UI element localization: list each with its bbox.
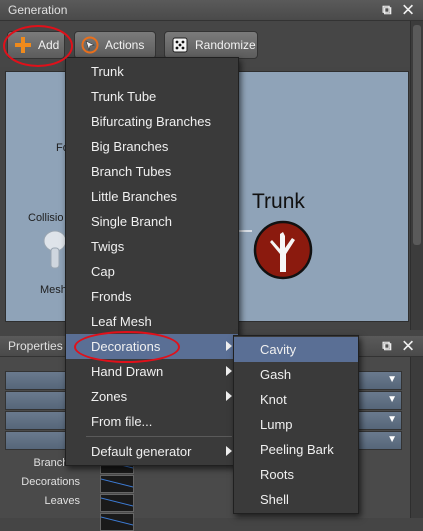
submenu-arrow-icon [226, 366, 232, 376]
dice-icon [171, 36, 189, 54]
menu-item-trunk[interactable]: Trunk [66, 59, 238, 84]
menu-item-leaf-mesh[interactable]: Leaf Mesh [66, 309, 238, 334]
actions-button-label: Actions [105, 38, 145, 52]
submenu-arrow-icon [226, 341, 232, 351]
node-label-mesh: Mesh [40, 284, 67, 296]
menu-item-label: Twigs [91, 239, 125, 254]
menu-item-single-branch[interactable]: Single Branch [66, 209, 238, 234]
add-button[interactable]: Add [7, 31, 65, 59]
submenu-item-peeling-bark[interactable]: Peeling Bark [234, 437, 358, 462]
menu-item-label: Decorations [91, 339, 161, 354]
menu-item-label: Trunk Tube [91, 89, 157, 104]
actions-icon [81, 36, 99, 54]
curve-swatch[interactable] [100, 513, 134, 531]
expand-arrow-icon[interactable]: ▼ [387, 434, 397, 445]
menu-item-label: Shell [260, 492, 289, 507]
menu-item-fronds[interactable]: Fronds [66, 284, 238, 309]
menu-item-from-file[interactable]: From file... [66, 409, 238, 434]
menu-item-label: Gash [260, 367, 292, 382]
menu-separator [86, 436, 232, 437]
node-label-collision: Collisio [28, 212, 64, 224]
decorations-curve-swatch[interactable] [100, 475, 134, 493]
submenu-arrow-icon [226, 391, 232, 401]
menu-item-label: Default generator [91, 444, 192, 459]
expand-arrow-icon[interactable]: ▼ [387, 414, 397, 425]
menu-item-label: Hand Drawn [91, 364, 164, 379]
submenu-item-gash[interactable]: Gash [234, 362, 358, 387]
properties-panel-title: Properties - [8, 339, 71, 353]
menu-item-label: Zones [91, 389, 128, 404]
actions-button[interactable]: Actions [74, 31, 156, 59]
menu-item-label: Bifurcating Branches [91, 114, 211, 129]
menu-item-label: Single Branch [91, 214, 172, 229]
menu-item-label: Leaf Mesh [91, 314, 152, 329]
menu-item-label: Cap [91, 264, 115, 279]
submenu-arrow-icon [226, 446, 232, 456]
add-button-label: Add [38, 38, 60, 52]
menu-item-label: Big Branches [91, 139, 169, 154]
menu-item-branch-tubes[interactable]: Branch Tubes [66, 159, 238, 184]
menu-item-zones[interactable]: Zones [66, 384, 238, 409]
menu-item-cap[interactable]: Cap [66, 259, 238, 284]
trunk-node-label: Trunk [252, 190, 305, 213]
menu-item-default-generator[interactable]: Default generator [66, 439, 238, 464]
property-label-decorations: Decorations [21, 476, 80, 488]
properties-window-buttons[interactable]: ⧉ ✕ [382, 338, 417, 354]
plus-icon [14, 36, 32, 54]
generation-panel-titlebar: Generation ⧉ ✕ [0, 0, 423, 21]
expand-arrow-icon[interactable]: ▼ [387, 374, 397, 385]
menu-item-trunk-tube[interactable]: Trunk Tube [66, 84, 238, 109]
submenu-item-lump[interactable]: Lump [234, 412, 358, 437]
menu-item-label: Lump [260, 417, 293, 432]
submenu-item-shell[interactable]: Shell [234, 487, 358, 512]
menu-item-hand-drawn[interactable]: Hand Drawn [66, 359, 238, 384]
menu-item-label: Trunk [91, 64, 124, 79]
generation-window-buttons[interactable]: ⧉ ✕ [382, 2, 417, 18]
submenu-item-cavity[interactable]: Cavity [234, 337, 358, 362]
menu-item-label: Peeling Bark [260, 442, 334, 457]
menu-item-bifurcating-branches[interactable]: Bifurcating Branches [66, 109, 238, 134]
menu-item-big-branches[interactable]: Big Branches [66, 134, 238, 159]
randomize-button-label: Randomize [195, 38, 256, 52]
menu-item-little-branches[interactable]: Little Branches [66, 184, 238, 209]
trunk-tree-icon [253, 220, 313, 280]
menu-item-label: Branch Tubes [91, 164, 172, 179]
submenu-item-knot[interactable]: Knot [234, 387, 358, 412]
generation-panel-title: Generation [8, 3, 68, 17]
menu-item-label: Cavity [260, 342, 297, 357]
expand-arrow-icon[interactable]: ▼ [387, 394, 397, 405]
properties-scrollbar[interactable] [410, 357, 423, 518]
add-menu: Trunk Trunk Tube Bifurcating Branches Bi… [65, 57, 239, 466]
generation-scrollbar[interactable] [410, 21, 423, 330]
submenu-item-roots[interactable]: Roots [234, 462, 358, 487]
menu-item-twigs[interactable]: Twigs [66, 234, 238, 259]
menu-item-label: Knot [260, 392, 287, 407]
randomize-button[interactable]: Randomize [164, 31, 258, 59]
menu-item-label: From file... [91, 414, 153, 429]
leaves-curve-swatch[interactable] [100, 494, 134, 512]
menu-item-label: Little Branches [91, 189, 177, 204]
scrollbar-thumb[interactable] [413, 25, 421, 245]
menu-item-label: Roots [260, 467, 294, 482]
property-label-leaves: Leaves [44, 495, 80, 507]
decorations-submenu: Cavity Gash Knot Lump Peeling Bark Roots… [233, 335, 359, 514]
menu-item-decorations[interactable]: Decorations [66, 334, 238, 359]
menu-item-label: Fronds [91, 289, 132, 304]
trunk-node[interactable] [252, 220, 314, 283]
